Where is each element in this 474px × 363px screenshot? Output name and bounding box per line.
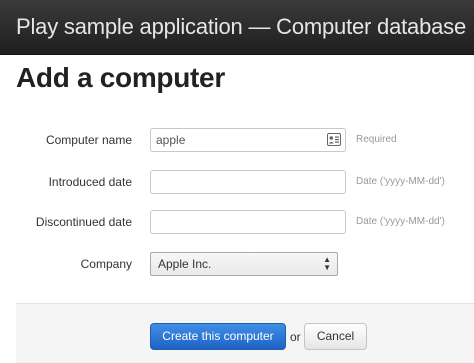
discontinued-date-label: Discontinued date [35,215,132,229]
computer-name-row: Computer name apple Required [0,128,474,154]
app-title[interactable]: Play sample application — Computer datab… [16,14,466,40]
top-bar: Play sample application — Computer datab… [0,0,474,55]
company-label: Company [80,257,132,271]
cancel-button[interactable]: Cancel [304,323,367,350]
company-select[interactable]: Apple Inc. ▲ ▼ [150,252,338,276]
discontinued-date-help: Date ('yyyy-MM-dd') [356,216,445,227]
up-down-arrows-icon: ▲ ▼ [323,255,331,272]
discontinued-date-row: Discontinued date Date ('yyyy-MM-dd') [0,210,474,236]
introduced-date-label: Introduced date [48,175,132,189]
computer-name-help: Required [356,134,397,145]
form-actions: Create this computer or Cancel [16,303,474,363]
computer-name-value: apple [156,133,186,147]
computer-name-input[interactable]: apple [150,128,346,152]
create-computer-button[interactable]: Create this computer [150,323,286,350]
introduced-date-input[interactable] [150,170,346,194]
introduced-date-help: Date ('yyyy-MM-dd') [356,176,445,187]
discontinued-date-input[interactable] [150,210,346,234]
or-text: or [290,330,301,344]
contact-card-icon[interactable] [327,133,341,146]
company-row: Company Apple Inc. ▲ ▼ [0,252,474,278]
introduced-date-row: Introduced date Date ('yyyy-MM-dd') [0,170,474,196]
page-title: Add a computer [16,62,225,93]
computer-name-label: Computer name [45,133,132,147]
company-selected-value: Apple Inc. [158,257,212,271]
